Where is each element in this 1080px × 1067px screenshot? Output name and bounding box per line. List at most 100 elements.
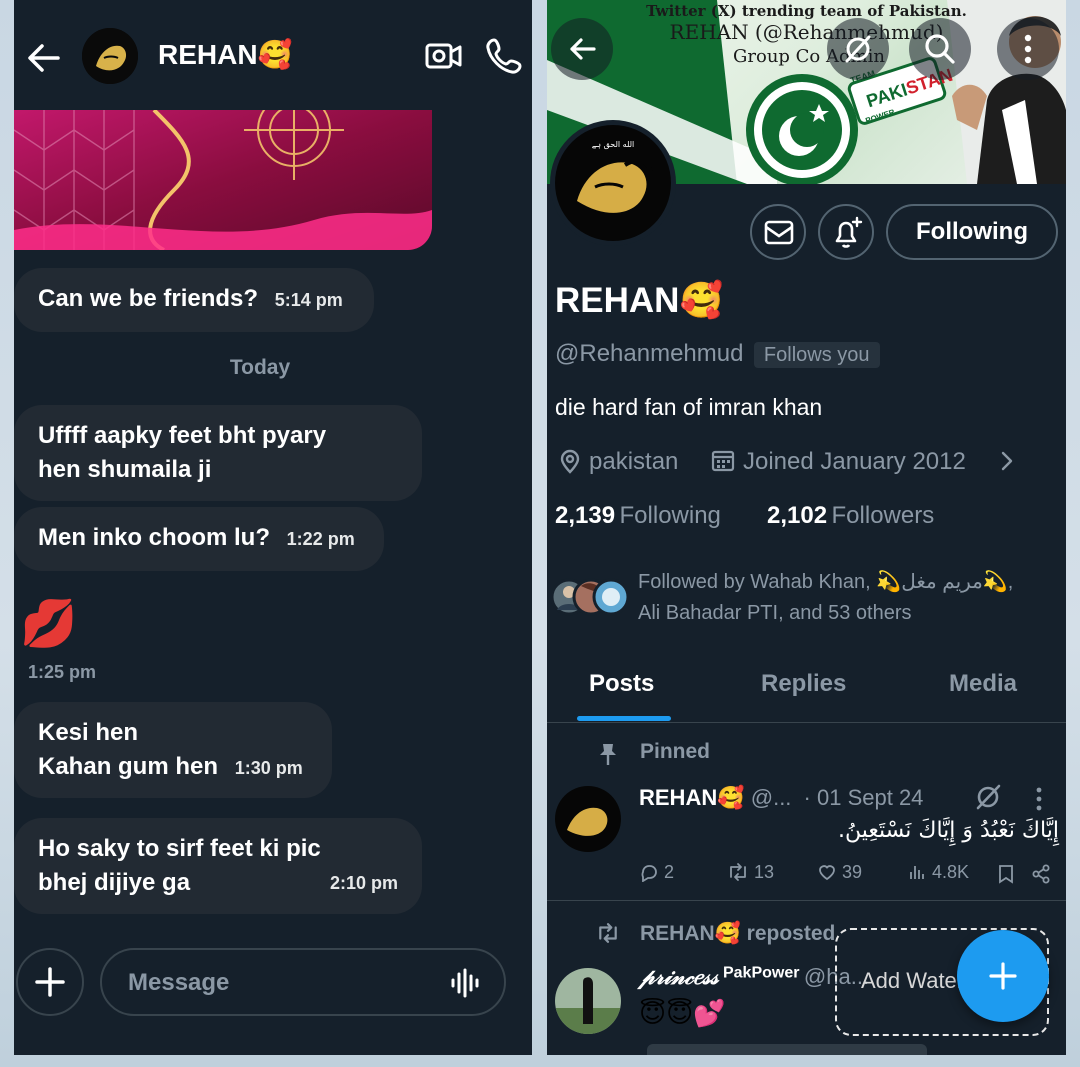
plus-icon (989, 962, 1017, 990)
banner-caption-line2: REHAN (@Rehanmehmud) (669, 20, 944, 44)
more-vertical-icon (1024, 34, 1032, 64)
tweet-text: إِيَّاكَ نَعْبُدُ وَ إِيَّاكَ نَسْتَعِين… (837, 818, 1059, 843)
tab-replies[interactable]: Replies (761, 670, 846, 698)
like-action[interactable]: 39 (817, 862, 862, 883)
tweet-author-avatar[interactable] (555, 786, 621, 852)
tab-media[interactable]: Media (949, 670, 1017, 698)
message-text-line: Kahan gum hen (38, 753, 219, 780)
heart-icon (819, 865, 835, 881)
day-separator: Today (229, 356, 291, 379)
add-attachment-button[interactable] (16, 948, 84, 1016)
following-count: 2,139 (555, 502, 616, 529)
pin-icon (597, 742, 619, 766)
retweet-action[interactable]: 13 (727, 862, 774, 883)
video-call-icon[interactable] (424, 36, 464, 76)
profile-handle-row: @Rehanmehmud Follows you (555, 340, 880, 368)
compose-post-button[interactable] (957, 930, 1049, 1022)
tweet-more-icon[interactable] (1033, 786, 1045, 812)
message-input[interactable]: Message (100, 948, 506, 1016)
message-input-placeholder: Message (128, 969, 230, 996)
retweet-icon (730, 863, 746, 881)
repost-author-badge: PakPower (722, 964, 800, 982)
follows-you-badge: Follows you (753, 342, 880, 368)
profile-bio: die hard fan of imran khan (555, 394, 823, 420)
views-action[interactable]: 4.8K (907, 862, 969, 883)
message-button[interactable] (750, 204, 806, 260)
repost-emojis: 😇😇💕 (639, 998, 726, 1028)
grok-icon[interactable] (973, 782, 1003, 812)
active-tab-indicator (577, 716, 671, 721)
avatar[interactable] (82, 28, 138, 84)
message-text-line: Uffff aapky feet bht pyary (38, 422, 327, 449)
message-text: Men inko choom lu? (38, 524, 270, 551)
followers-count: 2,102 (767, 502, 828, 529)
message-bubble[interactable]: Ho saky to sirf feet ki pic bhej dijiye … (14, 818, 422, 914)
profile-handle: @Rehanmehmud (555, 340, 744, 367)
tweet-date: · 01 Sept 24 (803, 785, 924, 810)
bookmark-icon[interactable] (997, 864, 1015, 884)
reply-count: 2 (664, 862, 675, 882)
dm-conversation-panel: REHAN🥰 Can we be friends? 5:14 pm Today … (14, 0, 532, 1055)
banner-caption-line1: Twitter (X) trending team of Pakistan. (646, 2, 967, 20)
message-bubble[interactable]: Uffff aapky feet bht pyary hen shumaila … (14, 405, 422, 501)
repost-author-name[interactable]: 𝓅𝓇𝒾𝓃𝒸𝑒𝓈𝓈 (639, 964, 719, 990)
more-options-button[interactable] (997, 18, 1059, 80)
followed-by-line: Ali Bahadar PTI, and 53 others (638, 602, 912, 624)
grok-button[interactable] (827, 18, 889, 80)
followed-by-line: Followed by Wahab Khan, 💫مریم مغل💫, (638, 571, 1014, 593)
pinned-label: Pinned (640, 740, 711, 763)
conversation-title: REHAN🥰 (158, 39, 293, 70)
profile-name: REHAN🥰 (555, 281, 724, 320)
plus-icon (35, 967, 65, 997)
views-count: 4.8K (932, 862, 970, 882)
bell-plus-icon (835, 216, 863, 248)
grok-icon (845, 35, 871, 63)
notifications-button[interactable] (818, 204, 874, 260)
image-attachment[interactable] (14, 110, 432, 250)
message-bubble[interactable]: Men inko choom lu? 1:22 pm (14, 507, 384, 571)
tabs-divider (547, 722, 1066, 723)
message-time: 1:25 pm (28, 662, 97, 682)
message-bubble[interactable]: Kesi hen Kahan gum hen 1:30 pm (14, 702, 332, 798)
avatar-image: الله الحق ہے (555, 125, 671, 241)
message-text-line: Kesi hen (38, 719, 139, 746)
message-text-line: bhej dijiye ga (38, 869, 191, 896)
message-bubble[interactable]: Can we be friends? 5:14 pm (14, 268, 374, 332)
followers-label: Followers (831, 502, 935, 529)
retweet-icon (595, 922, 621, 944)
message-time: 1:30 pm (234, 758, 303, 778)
followed-by-avatars[interactable] (550, 576, 631, 618)
share-icon[interactable] (1031, 864, 1051, 884)
like-count: 39 (842, 862, 863, 882)
calendar-icon (711, 448, 735, 472)
mail-icon (764, 220, 794, 245)
kiss-emoji-message[interactable]: 💋 (20, 596, 77, 650)
tweet-divider (547, 900, 1066, 901)
phone-icon[interactable] (484, 36, 524, 76)
retweet-count: 13 (754, 862, 775, 882)
followed-by-text[interactable]: Followed by Wahab Khan, 💫مریم مغل💫, Ali … (638, 567, 1058, 629)
tab-posts[interactable]: Posts (589, 670, 654, 698)
back-button[interactable] (551, 18, 613, 80)
views-icon (910, 866, 924, 879)
message-time: 5:14 pm (274, 290, 343, 310)
following-label: Following (619, 502, 721, 529)
following-stat[interactable]: 2,139 Following (555, 502, 721, 530)
following-button[interactable]: Following (886, 204, 1058, 260)
voice-wave-icon[interactable] (450, 968, 480, 998)
followers-stat[interactable]: 2,102 Followers (767, 502, 934, 530)
svg-text:الله الحق ہے: الله الحق ہے (592, 140, 635, 149)
repost-author-avatar[interactable] (555, 968, 621, 1034)
tweet-author-name[interactable]: REHAN🥰 (639, 785, 745, 810)
profile-avatar[interactable]: الله الحق ہے (550, 120, 676, 246)
tweet-header: REHAN🥰 @... · 01 Sept 24 (639, 785, 923, 811)
message-text-line: Ho saky to sirf feet ki pic (38, 835, 321, 862)
back-arrow-icon[interactable] (22, 36, 66, 80)
message-time: 2:10 pm (329, 873, 398, 893)
reply-action[interactable]: 2 (639, 862, 674, 883)
search-button[interactable] (909, 18, 971, 80)
profile-location: pakistan (589, 448, 679, 475)
chevron-right-icon[interactable] (997, 448, 1017, 474)
profile-panel: Twitter (X) trending team of Pakistan. R… (547, 0, 1066, 1055)
tweet-author-handle: @... (750, 785, 792, 810)
